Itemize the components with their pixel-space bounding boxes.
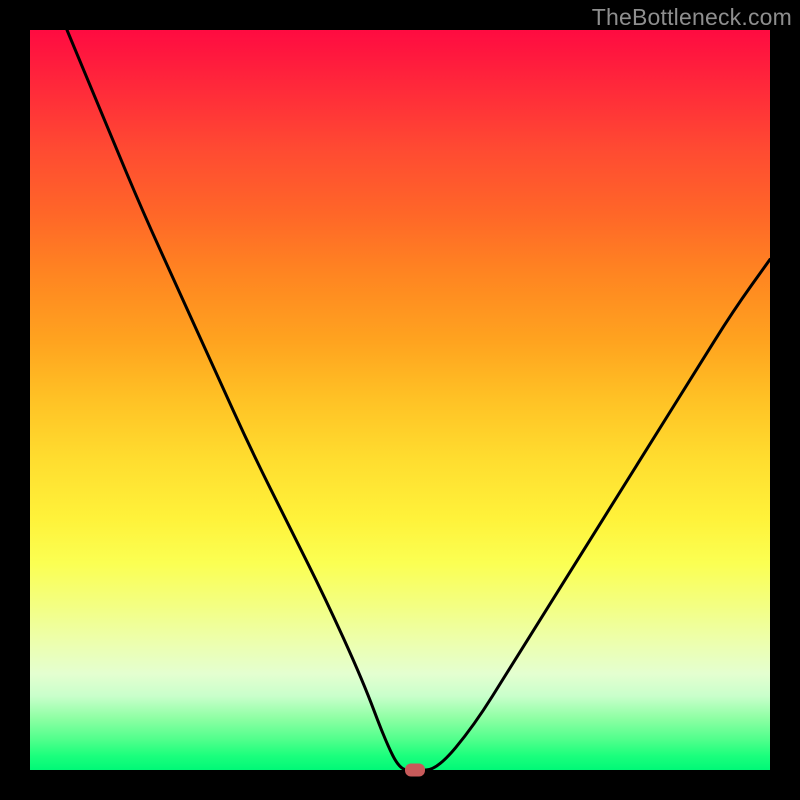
optimal-point-marker [405, 764, 425, 777]
watermark-text: TheBottleneck.com [592, 4, 792, 31]
bottleneck-curve [30, 30, 770, 770]
chart-frame: TheBottleneck.com [0, 0, 800, 800]
plot-area [30, 30, 770, 770]
